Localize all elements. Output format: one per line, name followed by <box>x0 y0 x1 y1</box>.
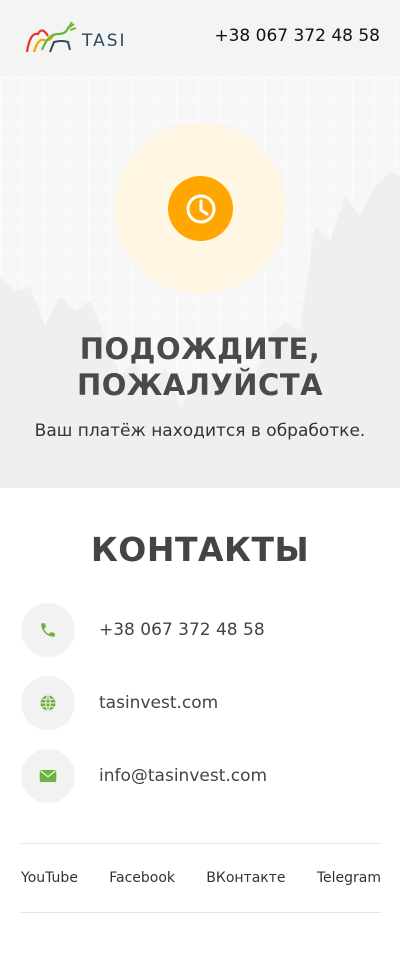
clock-icon <box>186 194 215 223</box>
social-facebook-link[interactable]: Facebook <box>109 870 175 886</box>
clock-badge <box>168 176 233 241</box>
logo-text: TASI <box>82 31 127 51</box>
bull-logo-icon <box>25 21 77 53</box>
site-header: TASI +38 067 372 48 58 <box>0 0 400 76</box>
contact-email[interactable]: info@tasinvest.com <box>21 749 381 803</box>
mail-icon <box>21 749 75 803</box>
logo[interactable]: TASI <box>24 20 127 56</box>
contact-phone-text[interactable]: +38 067 372 48 58 <box>99 620 265 640</box>
phone-icon <box>21 603 75 657</box>
globe-icon <box>21 676 75 730</box>
social-vkontakte-link[interactable]: ВКонтакте <box>206 870 285 886</box>
contact-phone[interactable]: +38 067 372 48 58 <box>21 603 381 657</box>
title-line-1: ПОДОЖДИТЕ, <box>79 332 321 366</box>
social-telegram-link[interactable]: Telegram <box>317 870 381 886</box>
payment-pending-hero: ПОДОЖДИТЕ, ПОЖАЛУЙСТА Ваш платёж находит… <box>0 76 400 488</box>
contacts-heading: КОНТАКТЫ <box>90 530 310 569</box>
title-line-2: ПОЖАЛУЙСТА <box>76 368 324 402</box>
contact-website[interactable]: tasinvest.com <box>21 676 381 730</box>
social-links: YouTube Facebook ВКонтакте Telegram <box>21 843 381 913</box>
social-youtube-link[interactable]: YouTube <box>21 870 78 886</box>
page-title: ПОДОЖДИТЕ, ПОЖАЛУЙСТА <box>0 331 400 403</box>
contact-website-text[interactable]: tasinvest.com <box>99 693 218 713</box>
header-phone-link[interactable]: +38 067 372 48 58 <box>214 26 380 46</box>
status-message: Ваш платёж находится в обработке. <box>34 421 366 441</box>
contact-email-text[interactable]: info@tasinvest.com <box>99 766 267 786</box>
